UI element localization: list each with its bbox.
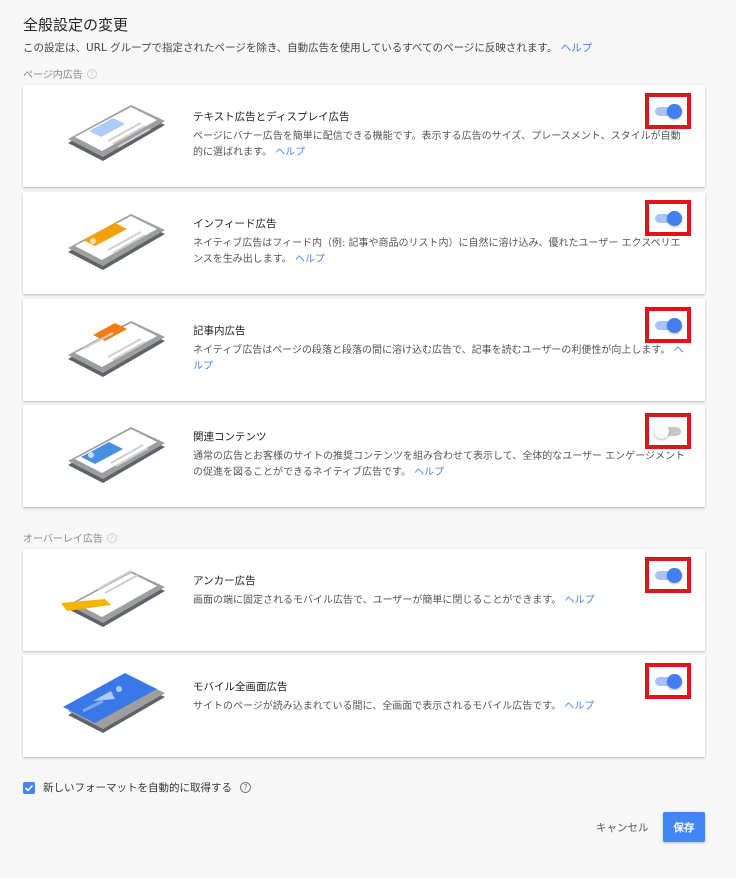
card-title: モバイル全画面広告 — [193, 681, 288, 693]
toggle-knob — [667, 104, 682, 119]
in-feed-ad-illustration — [68, 214, 165, 270]
card-description: サイトのページが読み込まれている間に、全画面で表示されるモバイル広告です。 ヘル… — [193, 699, 688, 715]
card-help-link[interactable]: ヘルプ — [564, 701, 594, 712]
ad-format-card-related-content: 関連コンテンツ 通常の広告とお客様のサイトの推奨コンテンツを組み合わせて表示して… — [23, 405, 705, 507]
ad-format-card-in-feed: インフィード広告 ネイティブ広告はフィード内（例: 記事や商品のリスト内）に自然… — [23, 192, 705, 294]
card-description-text: ページにバナー広告を簡単に配信できる機能です。表示する広告のサイズ、プレースメン… — [193, 131, 681, 158]
card-description: ネイティブ広告はページの段落と段落の間に溶け込む広告で、記事を読むユーザーの利便… — [193, 343, 688, 375]
card-title: アンカー広告 — [193, 575, 256, 587]
card-help-link[interactable]: ヘルプ — [565, 595, 595, 606]
help-icon[interactable]: ? — [240, 782, 251, 793]
ad-format-card-text-display: テキスト広告とディスプレイ広告 ページにバナー広告を簡単に配信できる機能です。表… — [23, 85, 705, 187]
anchor-ad-illustration — [61, 570, 165, 627]
toggle-vignette-ads[interactable] — [645, 663, 691, 699]
card-help-link[interactable]: ヘルプ — [414, 467, 444, 478]
card-description: 通常の広告とお客様のサイトの推奨コンテンツを組み合わせて表示して、全体的なユーザ… — [193, 449, 688, 481]
card-title: インフィード広告 — [193, 218, 277, 230]
page-description-text: この設定は、URL グループで指定されたページを除き、自動広告を使用しているすべ… — [23, 42, 558, 54]
auto-format-label: 新しいフォーマットを自動的に取得する — [43, 782, 232, 794]
section-label-overlay-text: オーバーレイ広告 — [23, 534, 103, 545]
text-display-ad-illustration — [68, 105, 165, 161]
card-title: テキスト広告とディスプレイ広告 — [193, 111, 350, 123]
toggle-switch[interactable] — [655, 318, 682, 333]
help-icon[interactable]: ? — [86, 68, 97, 79]
save-button[interactable]: 保存 — [663, 812, 705, 842]
card-description-text: ネイティブ広告はページの段落と段落の間に溶け込む広告で、記事を読むユーザーの利便… — [193, 345, 671, 356]
auto-format-row: 新しいフォーマットを自動的に取得する ? — [23, 780, 251, 795]
toggle-knob — [667, 674, 682, 689]
toggle-switch[interactable] — [655, 674, 682, 689]
cancel-button[interactable]: キャンセル — [596, 820, 649, 835]
toggle-in-article-ads[interactable] — [645, 307, 691, 343]
toggle-text-display-ads[interactable] — [645, 93, 691, 129]
card-title: 記事内広告 — [193, 325, 246, 337]
toggle-knob — [654, 424, 669, 439]
ad-format-card-vignette: モバイル全画面広告 サイトのページが読み込まれている間に、全画面で表示されるモバ… — [23, 655, 705, 757]
section-label-overlay: オーバーレイ広告 ? — [23, 530, 117, 545]
toggle-knob — [667, 568, 682, 583]
toggle-in-feed-ads[interactable] — [645, 200, 691, 236]
toggle-switch[interactable] — [655, 104, 682, 119]
card-description: 画面の端に固定されるモバイル広告で、ユーザーが簡単に閉じることができます。 ヘル… — [193, 593, 688, 609]
page-title: 全般設定の変更 — [23, 16, 129, 34]
page-help-link[interactable]: ヘルプ — [561, 42, 593, 54]
toggle-switch[interactable] — [655, 211, 682, 226]
card-help-link[interactable]: ヘルプ — [275, 147, 305, 158]
section-label-in-page-text: ページ内広告 — [23, 70, 83, 81]
related-content-illustration — [68, 427, 165, 483]
help-icon[interactable]: ? — [106, 532, 117, 543]
card-description-text: サイトのページが読み込まれている間に、全画面で表示されるモバイル広告です。 — [193, 701, 562, 712]
ad-format-card-anchor: アンカー広告 画面の端に固定されるモバイル広告で、ユーザーが簡単に閉じることがで… — [23, 549, 705, 651]
card-title: 関連コンテンツ — [193, 431, 267, 443]
toggle-knob — [667, 318, 682, 333]
toggle-switch[interactable] — [654, 424, 681, 439]
card-help-link[interactable]: ヘルプ — [295, 254, 325, 265]
vignette-ad-illustration — [63, 673, 165, 733]
card-description-text: 画面の端に固定されるモバイル広告で、ユーザーが簡単に閉じることができます。 — [193, 595, 562, 606]
toggle-anchor-ads[interactable] — [645, 557, 691, 593]
toggle-knob — [667, 211, 682, 226]
card-description-text: ネイティブ広告はフィード内（例: 記事や商品のリスト内）に自然に溶け込み、優れた… — [193, 238, 681, 265]
auto-format-checkbox[interactable] — [23, 781, 35, 794]
toggle-switch[interactable] — [655, 568, 682, 583]
in-article-ad-illustration — [68, 321, 165, 377]
section-label-in-page: ページ内広告 ? — [23, 66, 97, 81]
page-description: この設定は、URL グループで指定されたページを除き、自動広告を使用しているすべ… — [23, 40, 592, 55]
ad-format-card-in-article: 記事内広告 ネイティブ広告はページの段落と段落の間に溶け込む広告で、記事を読むユ… — [23, 299, 705, 401]
card-description: ネイティブ広告はフィード内（例: 記事や商品のリスト内）に自然に溶け込み、優れた… — [193, 236, 688, 268]
card-description: ページにバナー広告を簡単に配信できる機能です。表示する広告のサイズ、プレースメン… — [193, 129, 688, 161]
toggle-related-content[interactable] — [645, 413, 691, 449]
checkmark-icon — [24, 784, 34, 792]
